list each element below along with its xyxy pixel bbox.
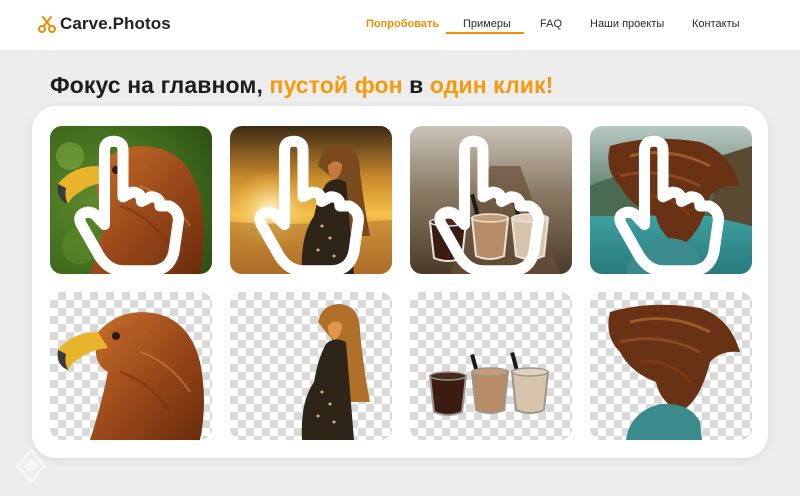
nav-examples[interactable]: Примеры (463, 18, 511, 30)
example-original-coffee[interactable] (410, 126, 572, 274)
headline-highlight-2: один клик! (429, 72, 554, 98)
example-original-woman-hair[interactable] (590, 126, 752, 274)
page-headline: Фокус на главном, пустой фон в один клик… (50, 72, 553, 99)
main-nav: Попробовать Примеры FAQ Наши проекты Кон… (0, 18, 800, 38)
headline-part-3: в (402, 72, 430, 98)
examples-card (32, 106, 768, 458)
example-cutout-eagle (50, 292, 212, 440)
headline-highlight-1: пустой фон (269, 72, 403, 98)
example-cutout-woman-hair (590, 292, 752, 440)
example-original-eagle[interactable] (50, 126, 212, 274)
tap-hand-icon[interactable] (50, 132, 204, 274)
tap-hand-icon[interactable] (230, 132, 384, 274)
example-cutout-woman-sunset (230, 292, 392, 440)
tap-hand-icon[interactable] (410, 132, 564, 274)
top-navigation-bar: Carve.Photos Попробовать Примеры FAQ Наш… (0, 0, 800, 50)
nav-try[interactable]: Попробовать (366, 18, 439, 30)
example-original-woman-sunset[interactable] (230, 126, 392, 274)
nav-our-projects[interactable]: Наши проекты (590, 18, 664, 30)
tap-hand-icon[interactable] (590, 132, 744, 274)
watermark-logo-icon (16, 448, 46, 484)
example-cutout-coffee (410, 292, 572, 440)
nav-active-underline (446, 32, 524, 34)
nav-contacts[interactable]: Контакты (692, 18, 740, 30)
headline-part-1: Фокус на главном, (50, 72, 270, 98)
nav-faq[interactable]: FAQ (540, 18, 562, 30)
